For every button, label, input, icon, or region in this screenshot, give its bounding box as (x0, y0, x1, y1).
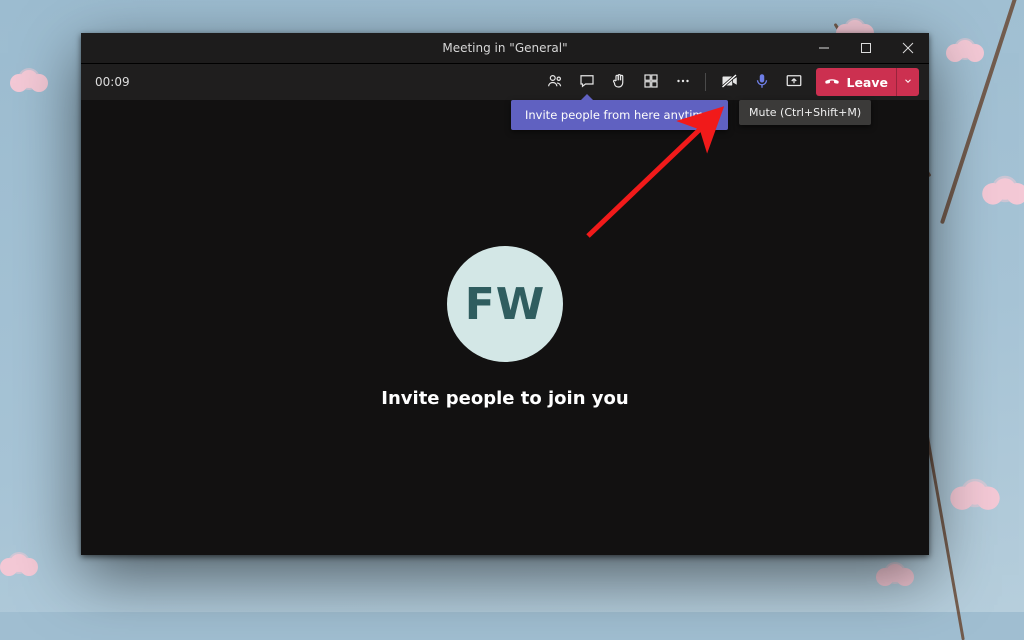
share-icon (785, 72, 803, 93)
decorative-blossom (886, 564, 904, 582)
window-title: Meeting in "General" (442, 41, 567, 55)
decorative-blossom (963, 481, 986, 504)
separator (705, 73, 706, 91)
invite-teaching-tip[interactable]: Invite people from here anytime. (511, 100, 728, 130)
ellipsis-icon (674, 72, 692, 93)
decorative-blossom (956, 40, 974, 58)
chat-icon (578, 72, 596, 93)
window-controls (803, 33, 929, 63)
leave-button[interactable]: Leave (816, 73, 896, 92)
maximize-button[interactable] (845, 33, 887, 63)
camera-toggle-button[interactable] (716, 68, 744, 96)
meeting-stage: FW Invite people to join you (81, 100, 929, 555)
more-actions-button[interactable] (669, 68, 697, 96)
chevron-down-icon (903, 75, 913, 89)
microphone-icon (753, 72, 771, 93)
meeting-toolbar: 00:09 (81, 63, 929, 100)
mute-tooltip: Mute (Ctrl+Shift+M) (739, 100, 871, 125)
share-screen-button[interactable] (780, 68, 808, 96)
call-timer: 00:09 (91, 75, 134, 89)
decorative-blossom (10, 554, 28, 572)
leave-menu-toggle[interactable] (896, 68, 919, 96)
invite-heading: Invite people to join you (381, 388, 628, 409)
meeting-window: Meeting in "General" 00:09 (81, 33, 929, 555)
decorative-blossom (994, 178, 1016, 200)
invite-tip-text: Invite people from here anytime. (525, 108, 714, 122)
grid-icon (642, 72, 660, 93)
avatar: FW (447, 246, 563, 362)
close-button[interactable] (887, 33, 929, 63)
leave-label: Leave (846, 75, 888, 90)
minimize-button[interactable] (803, 33, 845, 63)
titlebar[interactable]: Meeting in "General" (81, 33, 929, 63)
camera-off-icon (721, 72, 739, 93)
participants-button[interactable] (541, 68, 569, 96)
rooms-button[interactable] (637, 68, 665, 96)
microphone-toggle-button[interactable] (748, 68, 776, 96)
hand-icon (610, 72, 628, 93)
people-icon (546, 72, 564, 93)
chat-button[interactable] (573, 68, 601, 96)
reactions-button[interactable] (605, 68, 633, 96)
hangup-icon (824, 73, 840, 92)
mute-tooltip-text: Mute (Ctrl+Shift+M) (749, 106, 861, 119)
decorative-blossom (20, 70, 38, 88)
avatar-initials: FW (465, 279, 546, 330)
leave-button-group: Leave (816, 68, 919, 96)
